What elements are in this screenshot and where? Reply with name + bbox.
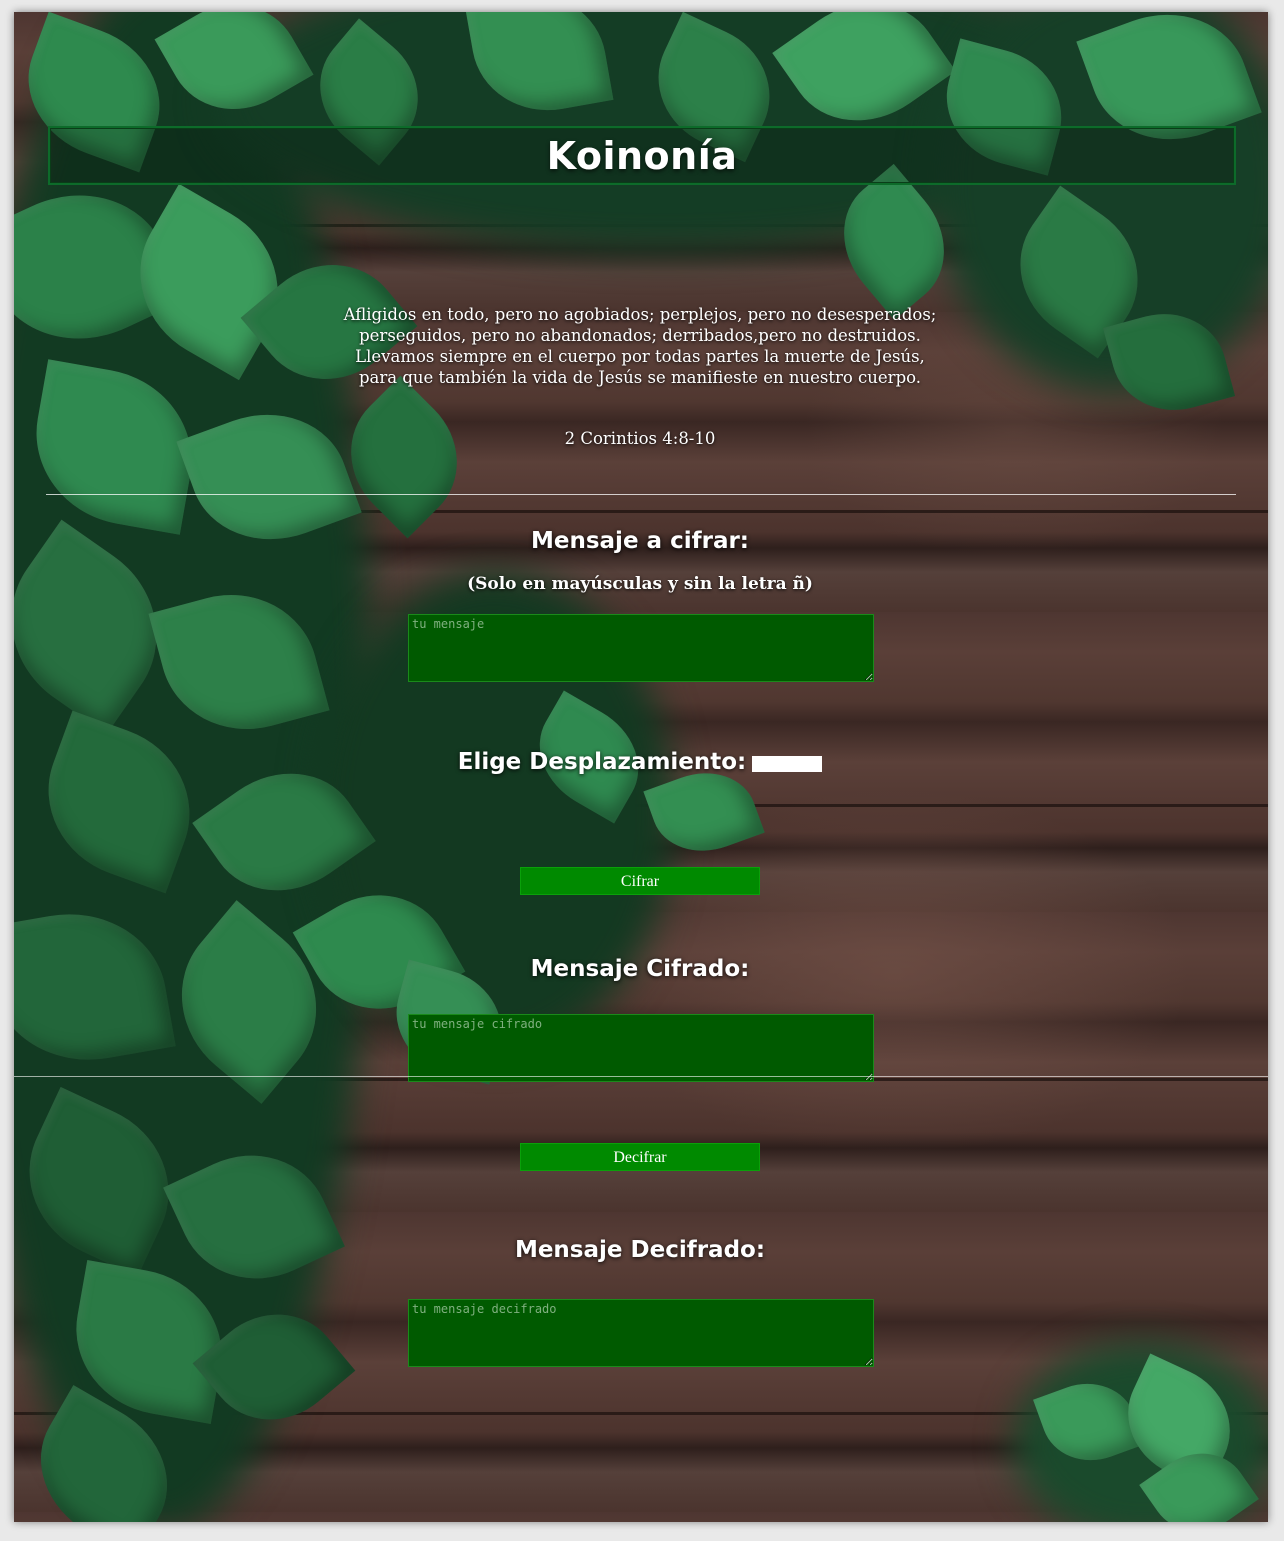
- page-title: Koinonía: [546, 133, 738, 178]
- verse-reference: 2 Corintios 4:8-10: [564, 429, 716, 448]
- verse-line: Llevamos siempre en el cuerpo por todas …: [355, 347, 925, 366]
- page-frame: Koinonía Afligidos en todo, pero no agob…: [14, 12, 1268, 1522]
- verse-text: Afligidos en todo, pero no agobiados; pe…: [240, 304, 1040, 388]
- page-break-line: [14, 1076, 1268, 1077]
- input-heading: Mensaje a cifrar:: [530, 528, 750, 554]
- shift-input[interactable]: [752, 756, 823, 772]
- ciphered-output[interactable]: [408, 1014, 874, 1082]
- output-heading: Mensaje Cifrado:: [530, 956, 750, 982]
- verse-line: para que también la vida de Jesús se man…: [358, 368, 922, 387]
- decoded-heading: Mensaje Decifrado:: [514, 1237, 766, 1263]
- header-banner: Koinonía: [48, 126, 1236, 185]
- cipher-button[interactable]: Cifrar: [520, 867, 760, 895]
- shift-label: Elige Desplazamiento:: [457, 749, 747, 775]
- verse-line: perseguidos, pero no abandonados; derrib…: [359, 326, 921, 345]
- deciphered-output[interactable]: [408, 1299, 874, 1367]
- section-divider: [46, 494, 1236, 495]
- decipher-button[interactable]: Decifrar: [520, 1143, 760, 1171]
- input-note: (Solo en mayúsculas y sin la letra ñ): [467, 574, 813, 594]
- verse-line: Afligidos en todo, pero no agobiados; pe…: [343, 305, 937, 324]
- message-input[interactable]: [408, 614, 874, 682]
- shift-row: Elige Desplazamiento:: [240, 749, 1040, 775]
- main-content: Koinonía Afligidos en todo, pero no agob…: [14, 12, 1268, 1522]
